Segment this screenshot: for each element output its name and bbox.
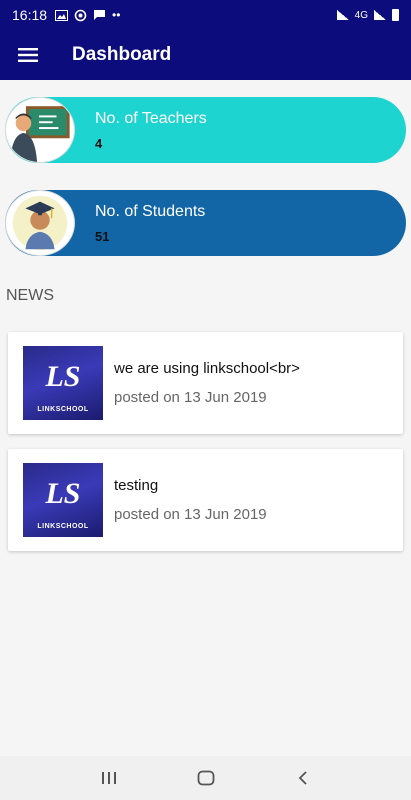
back-icon (298, 771, 307, 785)
back-button[interactable] (281, 756, 325, 800)
thumbnail-brand: LINKSCHOOL (37, 523, 89, 530)
student-icon (5, 190, 75, 256)
teachers-count: 4 (95, 135, 103, 151)
system-nav-bar (0, 756, 411, 800)
home-icon (197, 770, 214, 786)
recent-apps-button[interactable] (87, 756, 131, 800)
battery-icon (392, 9, 399, 21)
news-heading: NEWS (6, 287, 54, 304)
menu-icon[interactable] (0, 30, 56, 80)
message-icon (94, 10, 106, 20)
signal-icon (336, 10, 349, 20)
students-stat-card[interactable]: No. of Students 51 (5, 190, 406, 256)
news-date: posted on 13 Jun 2019 (114, 506, 267, 523)
home-button[interactable] (184, 756, 228, 800)
students-count: 51 (95, 228, 110, 244)
more-notifications-icon: •• (112, 8, 121, 22)
news-item[interactable]: LS LINKSCHOOL we are using linkschool<br… (8, 332, 403, 434)
linkschool-logo: LS (45, 360, 81, 393)
signal-icon-2 (374, 10, 386, 20)
news-thumbnail: LS LINKSCHOOL (23, 463, 103, 537)
page-title: Dashboard (72, 44, 172, 65)
linkschool-logo: LS (45, 477, 81, 510)
news-thumbnail: LS LINKSCHOOL (23, 346, 103, 420)
thumbnail-brand: LINKSCHOOL (37, 406, 89, 413)
recent-apps-icon (101, 772, 116, 784)
network-type: 4G (354, 9, 368, 21)
news-title: we are using linkschool<br> (114, 360, 300, 377)
news-title: testing (114, 477, 159, 494)
news-item[interactable]: LS LINKSCHOOL testing posted on 13 Jun 2… (8, 449, 403, 551)
status-time: 16:18 (12, 7, 48, 23)
teachers-label: No. of Teachers (95, 109, 207, 127)
gallery-icon (55, 9, 69, 21)
teacher-icon (5, 97, 75, 163)
students-label: No. of Students (95, 202, 206, 220)
teachers-stat-card[interactable]: No. of Teachers 4 (5, 97, 406, 163)
status-bar: 16:18 •• 4G (0, 0, 411, 30)
sync-icon (74, 9, 87, 21)
app-bar: Dashboard (0, 30, 411, 80)
news-date: posted on 13 Jun 2019 (114, 389, 267, 406)
